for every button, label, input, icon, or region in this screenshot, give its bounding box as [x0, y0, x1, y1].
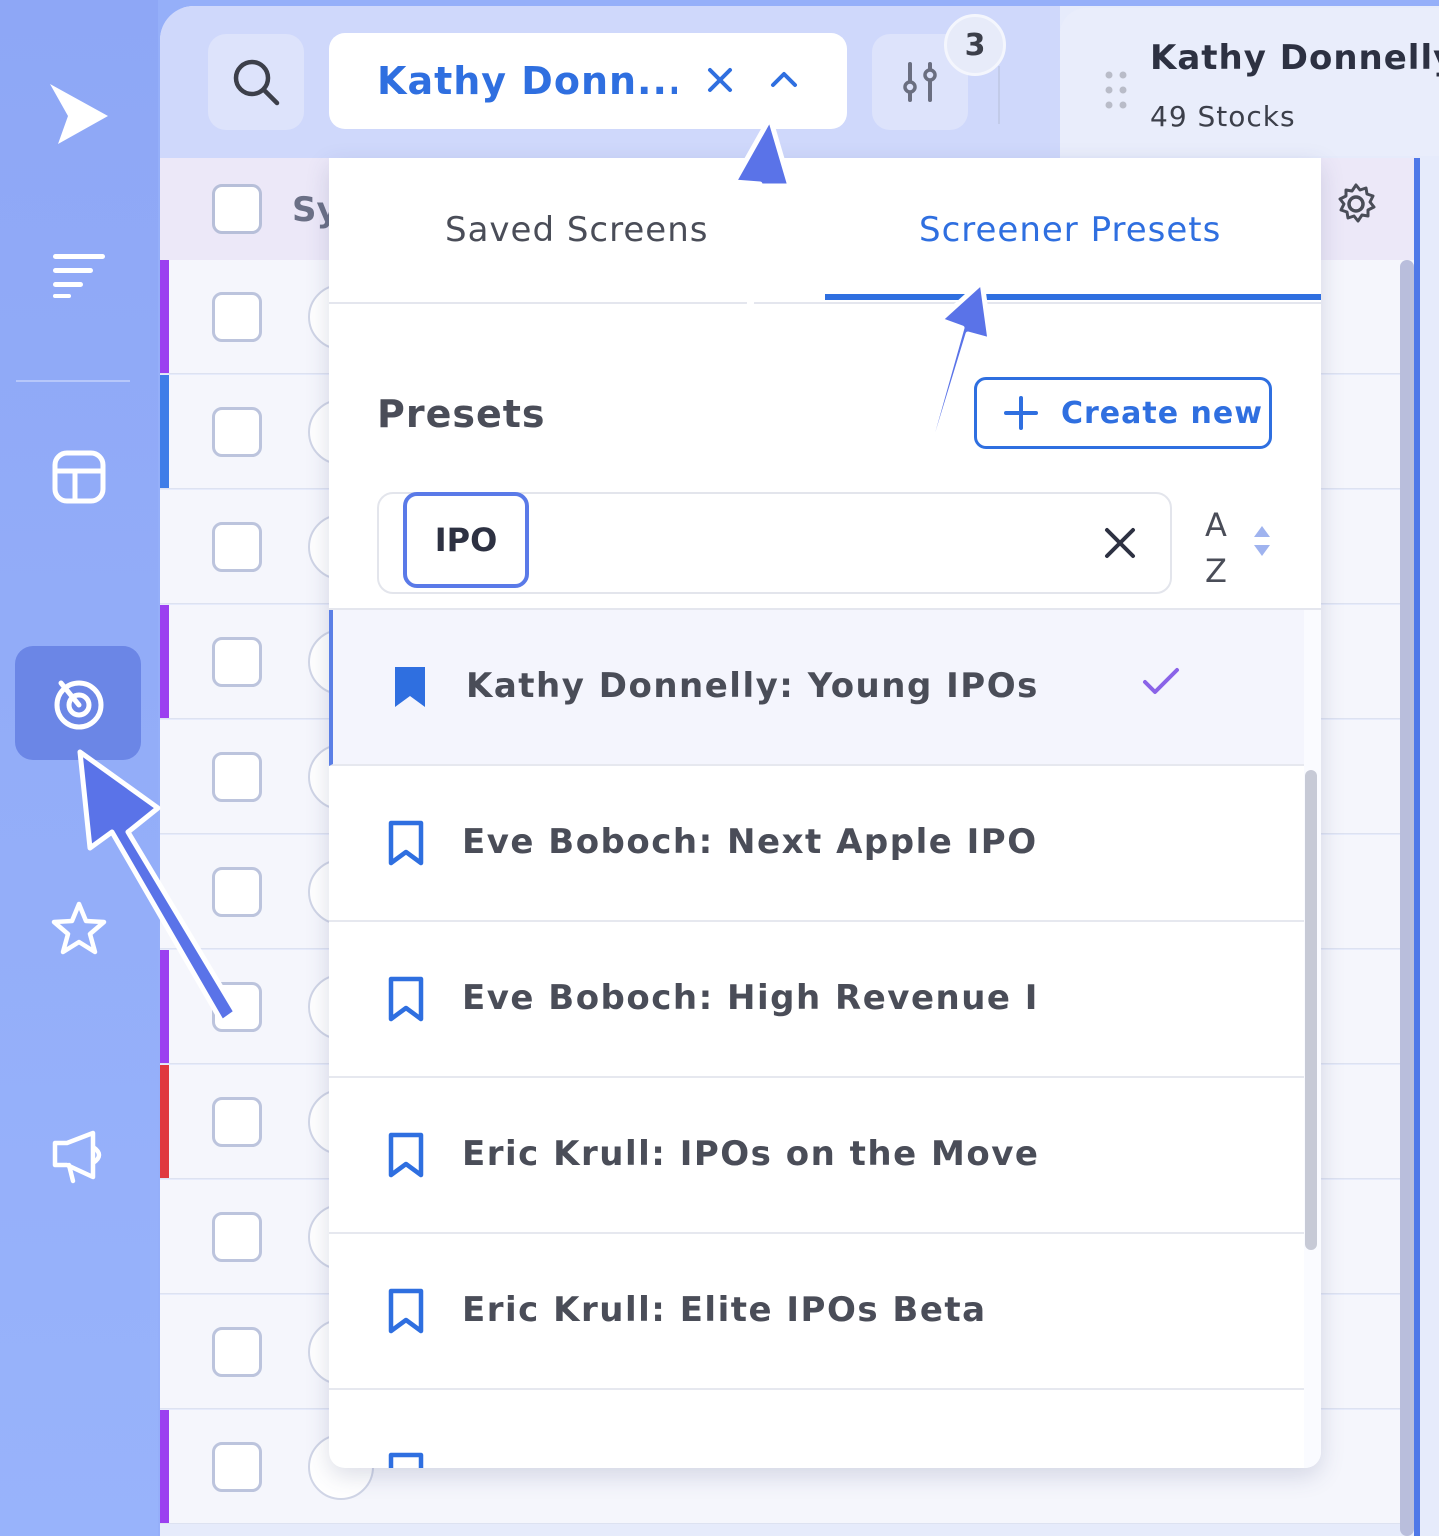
- search-button[interactable]: [208, 34, 304, 130]
- filter-count-badge: 3: [944, 14, 1006, 76]
- row-color-bar: [160, 375, 169, 488]
- screen-selector[interactable]: Kathy Donn...: [329, 33, 847, 129]
- sort-label-z: Z: [1205, 552, 1227, 590]
- gear-icon[interactable]: [1334, 182, 1378, 230]
- preset-list-scrollbar-thumb[interactable]: [1305, 770, 1317, 1250]
- preset-item[interactable]: Eric Krull: Elite IPOs Beta: [329, 1234, 1304, 1390]
- row-checkbox[interactable]: [212, 637, 262, 687]
- bookmark-outline-icon: [385, 1452, 427, 1468]
- bookmark-outline-icon: [385, 1288, 427, 1338]
- bookmark-outline-icon: [385, 976, 427, 1026]
- selected-screen-name: Kathy Donn...: [377, 59, 677, 103]
- screen-dropdown-panel: Saved Screens Screener Presets Presets C…: [329, 158, 1321, 1468]
- chevron-up-icon[interactable]: [769, 65, 799, 99]
- sort-arrows-icon[interactable]: [1251, 524, 1273, 562]
- row-checkbox[interactable]: [212, 1097, 262, 1147]
- row-checkbox[interactable]: [212, 1212, 262, 1262]
- summary-stock-count: 49 Stocks: [1150, 100, 1296, 133]
- preset-item-label: Eve Boboch: High Revenue IPOs: [462, 978, 1042, 1018]
- row-color-bar: [160, 260, 169, 373]
- sliders-icon: [903, 62, 937, 102]
- preset-item-label: Kathy Donnelly: Young IPOs: [466, 666, 1039, 706]
- create-new-label: Create new: [1061, 395, 1263, 431]
- bookmark-filled-icon: [389, 664, 431, 714]
- active-tab-indicator: [825, 294, 1321, 300]
- preset-item[interactable]: Eric Krull: IPOs on the Move Bet: [329, 1078, 1304, 1234]
- preset-item[interactable]: Eve Boboch: Next Apple IPO: [329, 766, 1304, 922]
- row-checkbox[interactable]: [212, 522, 262, 572]
- sort-alphabetical-button[interactable]: A Z: [1201, 502, 1231, 594]
- close-icon[interactable]: [1103, 526, 1137, 564]
- tab-saved-screens[interactable]: Saved Screens: [445, 210, 708, 250]
- preset-item-label: Eric Krull: IPOs on the Move Bet: [462, 1134, 1042, 1174]
- search-icon: [233, 59, 280, 106]
- preset-item[interactable]: Eve Boboch: High Revenue IPOs: [329, 922, 1304, 1078]
- row-checkbox[interactable]: [212, 752, 262, 802]
- dashboard-icon[interactable]: [44, 442, 114, 512]
- sidebar-divider: [16, 380, 130, 382]
- bookmark-outline-icon: [385, 1132, 427, 1182]
- row-color-bar: [160, 1065, 169, 1178]
- select-all-checkbox[interactable]: [212, 184, 262, 234]
- row-checkbox[interactable]: [212, 982, 262, 1032]
- row-color-bar: [160, 1410, 169, 1523]
- preset-item-label: Eric Krull: Elite IPOs Beta: [462, 1290, 987, 1330]
- plus-icon: [1004, 396, 1038, 430]
- row-checkbox[interactable]: [212, 407, 262, 457]
- clear-selection-icon[interactable]: [705, 65, 735, 99]
- row-checkbox[interactable]: [212, 1442, 262, 1492]
- checkmark-icon: [1141, 666, 1181, 702]
- star-icon[interactable]: [44, 894, 114, 964]
- table-scrollbar[interactable]: [1400, 260, 1414, 1536]
- bookmark-outline-icon: [385, 820, 427, 870]
- tab-screener-presets[interactable]: Screener Presets: [919, 210, 1221, 250]
- row-checkbox[interactable]: [212, 867, 262, 917]
- menu-icon[interactable]: [44, 240, 114, 310]
- tab-divider: [329, 302, 1321, 304]
- row-checkbox[interactable]: [212, 292, 262, 342]
- create-new-button[interactable]: Create new: [974, 377, 1272, 449]
- logo-icon[interactable]: [44, 78, 114, 148]
- drag-handle-icon[interactable]: [1104, 70, 1128, 114]
- screener-radar-icon[interactable]: [44, 668, 114, 738]
- sidebar: [0, 0, 158, 1536]
- preset-item-label: Eve Boboch: Next Apple IPO: [462, 822, 1038, 862]
- presets-heading: Presets: [377, 392, 546, 436]
- preset-item-partial[interactable]: [329, 1390, 1304, 1468]
- preset-item[interactable]: Kathy Donnelly: Young IPOs: [329, 610, 1304, 766]
- search-term-chip[interactable]: IPO: [403, 492, 529, 588]
- summary-title: Kathy Donnelly:: [1150, 38, 1439, 78]
- toolbar-divider: [998, 66, 1000, 124]
- megaphone-icon[interactable]: [44, 1120, 114, 1190]
- table-right-border: [1414, 158, 1420, 1536]
- sort-label-a: A: [1205, 506, 1227, 544]
- row-color-bar: [160, 950, 169, 1063]
- preset-list: Kathy Donnelly: Young IPOs Eve Boboch: N…: [329, 610, 1304, 1468]
- row-checkbox[interactable]: [212, 1327, 262, 1377]
- row-color-bar: [160, 605, 169, 718]
